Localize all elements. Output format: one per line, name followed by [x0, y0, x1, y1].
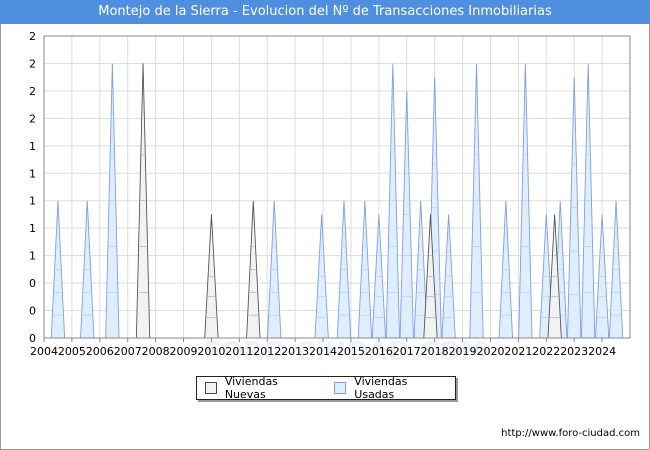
y-tick-label: 2 — [29, 57, 36, 70]
x-tick-label: 2012 — [253, 345, 281, 358]
y-tick-label: 1 — [29, 140, 36, 153]
legend-label-nuevas: Viviendas Nuevas — [224, 375, 278, 401]
x-tick-label: 2017 — [393, 345, 421, 358]
x-tick-label: 2009 — [170, 345, 198, 358]
y-tick-label: 0 — [29, 332, 36, 345]
y-tick-label: 0 — [29, 305, 36, 318]
x-tick-label: 2021 — [504, 345, 532, 358]
x-tick-label: 2004 — [30, 345, 58, 358]
legend-swatch-nuevas — [205, 382, 217, 394]
x-tick-label: 2013 — [281, 345, 309, 358]
x-tick-label: 2014 — [309, 345, 337, 358]
x-tick-label: 2022 — [532, 345, 560, 358]
y-tick-label: 2 — [29, 85, 36, 98]
x-tick-label: 2020 — [476, 345, 504, 358]
legend-item-usadas: Viviendas Usadas — [334, 375, 449, 401]
y-axis: 0 0 0 1 1 1 1 1 2 2 2 2 — [29, 30, 36, 345]
x-tick-label: 2010 — [197, 345, 225, 358]
legend-label-usadas: Viviendas Usadas — [354, 375, 408, 401]
y-tick-label: 1 — [29, 167, 36, 180]
y-tick-label: 2 — [29, 30, 36, 43]
x-tick-label: 2019 — [449, 345, 477, 358]
x-tick-label: 2008 — [142, 345, 170, 358]
x-tick-label: 2011 — [225, 345, 253, 358]
legend-item-nuevas: Viviendas Nuevas — [205, 375, 320, 401]
y-tick-label: 1 — [29, 195, 36, 208]
legend-swatch-usadas — [334, 382, 347, 394]
legend: Viviendas Nuevas Viviendas Usadas — [196, 375, 456, 401]
y-tick-label: 1 — [29, 250, 36, 263]
x-tick-label: 2018 — [421, 345, 449, 358]
x-tick-label: 2015 — [337, 345, 365, 358]
x-tick-label: 2023 — [560, 345, 588, 358]
x-tick-label: 2024 — [588, 345, 616, 358]
x-tick-label: 2006 — [86, 345, 114, 358]
y-tick-label: 1 — [29, 222, 36, 235]
y-tick-label: 2 — [29, 112, 36, 125]
x-tick-label: 2005 — [58, 345, 86, 358]
x-tick-label: 2016 — [365, 345, 393, 358]
x-tick-label: 2007 — [114, 345, 142, 358]
source-link[interactable]: http://www.foro-ciudad.com — [501, 428, 640, 439]
y-tick-label: 0 — [29, 277, 36, 290]
x-axis: 2004 2005 2006 2007 2008 2009 2010 2011 2012 2013… — [30, 338, 616, 358]
